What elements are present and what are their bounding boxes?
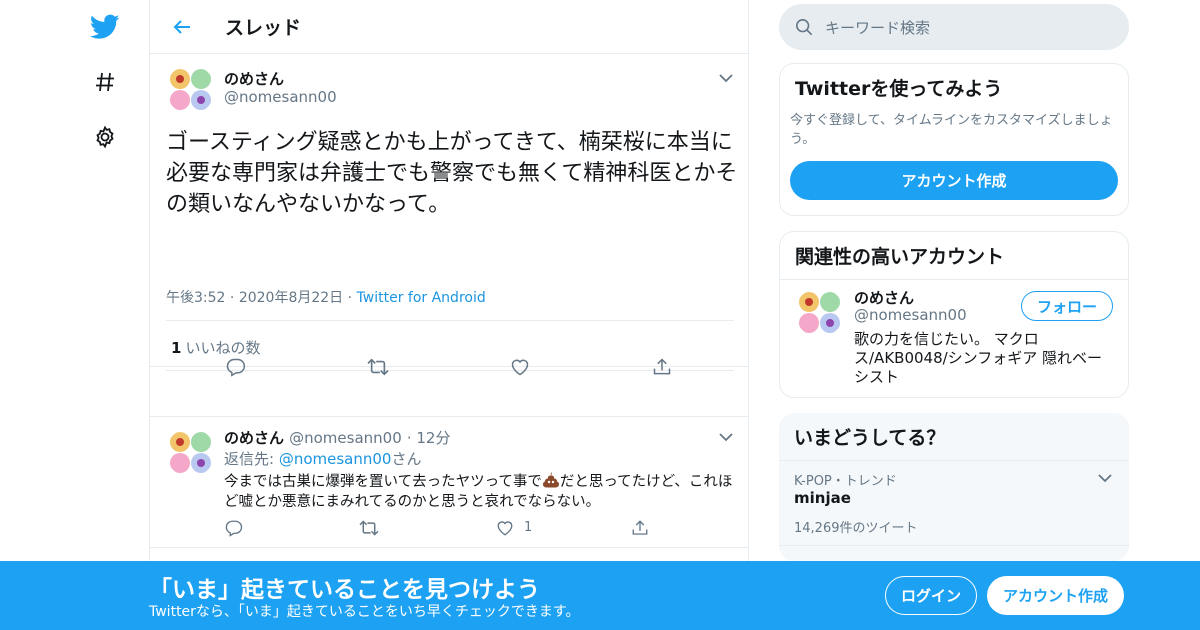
tweet-time-ago[interactable]: 12分 (416, 429, 450, 447)
trend-name[interactable]: minjae (794, 489, 851, 507)
signup-button[interactable]: アカウント作成 (790, 161, 1118, 200)
avatar[interactable] (166, 428, 215, 477)
tweet-source[interactable]: Twitter for Android (357, 290, 486, 306)
search-box[interactable]: キーワード検索 (779, 4, 1129, 50)
search-icon (795, 18, 813, 36)
poop-emoji-icon (542, 471, 560, 489)
tweet-meta: 午後3:52 · 2020年8月22日 · Twitter for Androi… (166, 290, 486, 306)
search-input[interactable]: キーワード検索 (825, 17, 930, 38)
replying-to: 返信先: @nomesann00さん (224, 448, 421, 469)
trend-context: K-POP・トレンド (794, 474, 897, 489)
retweet-icon[interactable] (365, 354, 391, 380)
related-accounts-card: 関連性の高いアカウント のめさん @nomesann00 フォロー 歌の力を信じ… (779, 231, 1129, 398)
reply-prefix: 返信先: (224, 450, 279, 468)
tweet-text: 今までは古巣に爆弾を置いて去ったヤツって事で だと思ってたけど、これほど嘘とか悪意… (224, 471, 734, 512)
hashtag-icon[interactable] (88, 65, 122, 99)
reply-tweet[interactable]: のめさん @nomesann00 · 12分 返信先: @nomesann00さ… (150, 417, 748, 548)
tweet-date[interactable]: 2020年8月22日 (239, 290, 343, 306)
main-tweet-actions (150, 358, 748, 417)
divider (779, 545, 1129, 546)
signup-button[interactable]: アカウント作成 (987, 576, 1124, 615)
author-name[interactable]: のめさん (224, 68, 284, 89)
bottom-signup-bar: 「いま」起きていることを見つけよう Twitterなら、「いま」起きていることを… (0, 561, 1200, 630)
trends-card: いまどうしてる？ K-POP・トレンド minjae 14,269件のツイート (779, 413, 1129, 561)
left-nav (0, 0, 150, 630)
author-handle[interactable]: @nomesann00 (224, 88, 337, 106)
twitter-bird-icon[interactable] (88, 10, 122, 44)
tweet-text-part1: 今までは古巣に爆弾を置いて去ったヤツって事で (224, 474, 542, 490)
chevron-down-icon[interactable] (716, 427, 736, 447)
account-handle[interactable]: @nomesann00 (854, 306, 967, 324)
tweet-text: ゴースティング疑惑とかも上がってきて、楠栞桜に本当に必要な専門家は弁護士でも警察… (166, 130, 738, 217)
reply-to-handle[interactable]: @nomesann00 (279, 450, 392, 468)
tweet-time[interactable]: 午後3:52 (166, 290, 225, 306)
author-handle[interactable]: @nomesann00 (289, 429, 402, 447)
gear-icon[interactable] (88, 120, 122, 154)
main-column: スレッド のめさん @nomesann00 ゴースティング疑惑とかも上がってきて… (149, 0, 749, 630)
card-title: いまどうしてる？ (779, 413, 1129, 461)
reply-header: のめさん @nomesann00 · 12分 (224, 429, 451, 447)
card-title: Twitterを使ってみよう (795, 78, 1003, 100)
main-tweet: のめさん @nomesann00 ゴースティング疑惑とかも上がってきて、楠栞桜に… (150, 54, 748, 371)
account-name[interactable]: のめさん (854, 287, 914, 308)
header: スレッド (150, 0, 748, 54)
trend-count: 14,269件のツイート (794, 521, 918, 536)
back-arrow-icon[interactable] (167, 12, 197, 42)
heart-icon[interactable] (507, 354, 533, 380)
share-icon[interactable] (627, 515, 653, 541)
page-title: スレッド (225, 17, 302, 39)
follow-button[interactable]: フォロー (1021, 291, 1113, 321)
login-button[interactable]: ログイン (885, 576, 977, 615)
bottom-bar-subtitle: Twitterなら、「いま」起きていることをいち早くチェックできます。 (149, 604, 580, 620)
likes-count: 1 (171, 339, 182, 357)
chevron-down-icon[interactable] (716, 68, 736, 88)
account-bio: 歌の力を信じたい。 マクロス/AKB0048/シンフォギア 隠れベーシスト (854, 330, 1102, 386)
heart-icon[interactable] (492, 515, 518, 541)
author-name[interactable]: のめさん (224, 429, 284, 447)
divider (166, 320, 734, 321)
card-description: 今すぐ登録して、タイムラインをカスタマイズしましょう。 (790, 113, 1113, 147)
chevron-down-icon[interactable] (1095, 468, 1115, 488)
signup-card: Twitterを使ってみよう 今すぐ登録して、タイムラインをカスタマイズしましょ… (779, 63, 1129, 216)
retweet-icon[interactable] (356, 515, 382, 541)
bottom-bar-title: 「いま」起きていることを見つけよう (149, 577, 540, 603)
reply-suffix: さん (391, 450, 422, 468)
share-icon[interactable] (649, 354, 675, 380)
avatar[interactable] (166, 65, 215, 114)
reply-icon[interactable] (223, 354, 249, 380)
avatar[interactable] (795, 288, 844, 337)
card-title: 関連性の高いアカウント (780, 232, 1128, 280)
reply-icon[interactable] (221, 515, 247, 541)
like-count: 1 (524, 520, 533, 535)
